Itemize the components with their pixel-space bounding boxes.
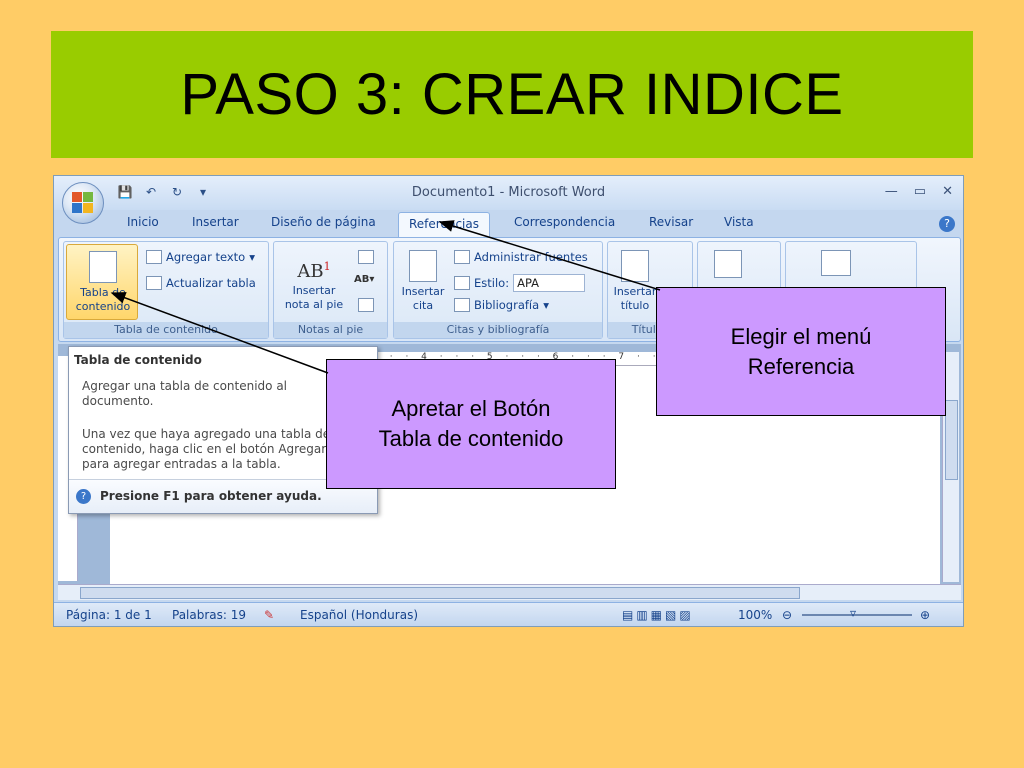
- manage-sources-icon: [454, 250, 470, 264]
- group-label-notas: Notas al pie: [274, 322, 387, 338]
- tooltip-paragraph-2: Una vez que haya agregado una tabla de c…: [82, 427, 331, 471]
- help-icon[interactable]: ?: [939, 216, 955, 232]
- group-tabla-contenido: Tabla de contenido Agregar texto ▾ Actua…: [63, 241, 269, 339]
- tab-diseno-pagina[interactable]: Diseño de página: [271, 215, 376, 229]
- show-notes-button[interactable]: [358, 298, 374, 312]
- office-logo-icon: [72, 192, 94, 214]
- chevron-down-icon: ▾: [249, 250, 255, 264]
- insertar-nota-label-2: nota al pie: [284, 298, 344, 311]
- agregar-texto-button[interactable]: Agregar texto ▾: [146, 250, 255, 264]
- proofing-icon[interactable]: ✎: [264, 608, 274, 622]
- close-icon[interactable]: ✕: [942, 184, 953, 199]
- callout-menu-line-2: Referencia: [747, 354, 855, 379]
- agregar-texto-label: Agregar texto: [166, 250, 246, 264]
- insertar-nota-button[interactable]: AB1 Insertar nota al pie: [278, 250, 350, 312]
- window-titlebar: 💾 ↶ ↻ ▾ Documento1 - Microsoft Word — ▭ …: [54, 176, 963, 210]
- insertar-cita-label-2: cita: [412, 299, 434, 312]
- insertar-titulo-label-2: título: [620, 299, 650, 312]
- next-footnote-button[interactable]: AB▾: [354, 274, 374, 285]
- tab-correspondencia[interactable]: Correspondencia: [514, 215, 615, 229]
- zoom-in-icon[interactable]: ⊕: [920, 608, 930, 622]
- estilo-control: Estilo: APA: [454, 274, 586, 292]
- mark-citation-icon: [821, 250, 851, 276]
- tab-referencias[interactable]: Referencias: [398, 212, 490, 240]
- insert-endnote-button[interactable]: [358, 250, 374, 264]
- tabla-contenido-label-2: contenido: [75, 300, 131, 313]
- insertar-cita-button[interactable]: Insertar cita: [396, 250, 450, 313]
- horizontal-scroll-thumb[interactable]: [80, 587, 800, 599]
- insertar-titulo-button[interactable]: Insertar título: [610, 250, 660, 313]
- bibliography-icon: [454, 298, 470, 312]
- callout-apretar-boton: Apretar el Botón Tabla de contenido: [326, 359, 616, 489]
- group-citas-bibliografia: Insertar cita Administrar fuentes Estilo…: [393, 241, 603, 339]
- tabla-contenido-button-content: Tabla de contenido: [67, 251, 139, 314]
- horizontal-scrollbar[interactable]: [58, 584, 961, 600]
- tab-inicio[interactable]: Inicio: [127, 215, 159, 229]
- word-count[interactable]: Palabras: 19: [172, 608, 246, 622]
- zoom-out-icon[interactable]: ⊖: [782, 608, 792, 622]
- insert-citation-icon: [409, 250, 437, 282]
- office-button[interactable]: [62, 182, 104, 224]
- administrar-fuentes-label: Administrar fuentes: [474, 250, 588, 264]
- tooltip-paragraph-1: Agregar una tabla de contenido al docume…: [82, 379, 288, 408]
- insertar-cita-label-1: Insertar: [401, 285, 445, 298]
- table-of-contents-icon: [89, 251, 117, 283]
- view-buttons[interactable]: ▤▥▦▧▨: [622, 608, 694, 622]
- tab-vista[interactable]: Vista: [724, 215, 754, 229]
- zoom-slider[interactable]: [802, 614, 912, 616]
- callout-button-line-1: Apretar el Botón: [391, 396, 551, 421]
- next-footnote-icon: AB▾: [354, 274, 375, 285]
- slide-title-banner: PASO 3: CREAR INDICE: [51, 31, 973, 158]
- show-notes-icon: [358, 298, 374, 312]
- ribbon-tabs: Inicio Insertar Diseño de página Referen…: [54, 210, 963, 240]
- tabla-contenido-label-1: Tabla de: [80, 286, 126, 299]
- help-icon: ?: [76, 489, 91, 504]
- status-bar: Página: 1 de 1 Palabras: 19 ✎ Español (H…: [54, 602, 963, 626]
- group-notas-al-pie: AB1 Insertar nota al pie AB▾ Notas al pi…: [273, 241, 388, 339]
- actualizar-tabla-button[interactable]: Actualizar tabla: [146, 276, 256, 290]
- vertical-scroll-thumb[interactable]: [945, 400, 958, 480]
- estilo-select[interactable]: APA: [513, 274, 586, 292]
- update-table-icon: [146, 276, 162, 290]
- slide-title: PASO 3: CREAR INDICE: [180, 62, 844, 127]
- group-label-tabla-contenido: Tabla de contenido: [64, 322, 268, 338]
- insertar-nota-label-1: Insertar: [292, 284, 336, 297]
- page-count[interactable]: Página: 1 de 1: [66, 608, 152, 622]
- insertar-titulo-label-1: Insertar: [613, 285, 657, 298]
- tab-insertar[interactable]: Insertar: [192, 215, 239, 229]
- zoom-level[interactable]: 100%: [738, 608, 772, 622]
- callout-button-line-2: Tabla de contenido: [378, 426, 564, 451]
- minimize-icon[interactable]: —: [885, 184, 898, 199]
- window-controls: — ▭ ✕: [885, 184, 953, 199]
- bibliografia-label: Bibliografía: [474, 298, 540, 312]
- style-icon: [454, 276, 470, 290]
- administrar-fuentes-button[interactable]: Administrar fuentes: [454, 250, 588, 264]
- mark-entry-icon: [714, 250, 742, 278]
- chevron-down-icon: ▾: [543, 298, 549, 312]
- bibliografia-button[interactable]: Bibliografía ▾: [454, 298, 549, 312]
- group-label-citas: Citas y bibliografía: [394, 322, 602, 338]
- tooltip-title: Tabla de contenido: [74, 353, 202, 367]
- window-title: Documento1 - Microsoft Word: [411, 185, 606, 200]
- mark-entry-button[interactable]: [708, 250, 748, 278]
- endnote-icon: [358, 250, 374, 264]
- tabla-contenido-button[interactable]: Tabla de contenido: [66, 244, 138, 320]
- mark-citation-button[interactable]: [816, 250, 856, 276]
- footnote-icon: AB1: [297, 260, 331, 282]
- estilo-label: Estilo:: [474, 276, 510, 290]
- callout-menu-line-1: Elegir el menú: [730, 324, 872, 349]
- callout-elegir-menu: Elegir el menú Referencia: [656, 287, 946, 416]
- tab-revisar[interactable]: Revisar: [649, 215, 693, 229]
- tooltip-footer-text: Presione F1 para obtener ayuda.: [100, 489, 322, 503]
- insert-caption-icon: [621, 250, 649, 282]
- language-indicator[interactable]: Español (Honduras): [300, 608, 418, 622]
- actualizar-tabla-label: Actualizar tabla: [166, 276, 256, 290]
- maximize-icon[interactable]: ▭: [914, 184, 926, 199]
- add-text-icon: [146, 250, 162, 264]
- zoom-slider-thumb[interactable]: ▿: [850, 606, 856, 620]
